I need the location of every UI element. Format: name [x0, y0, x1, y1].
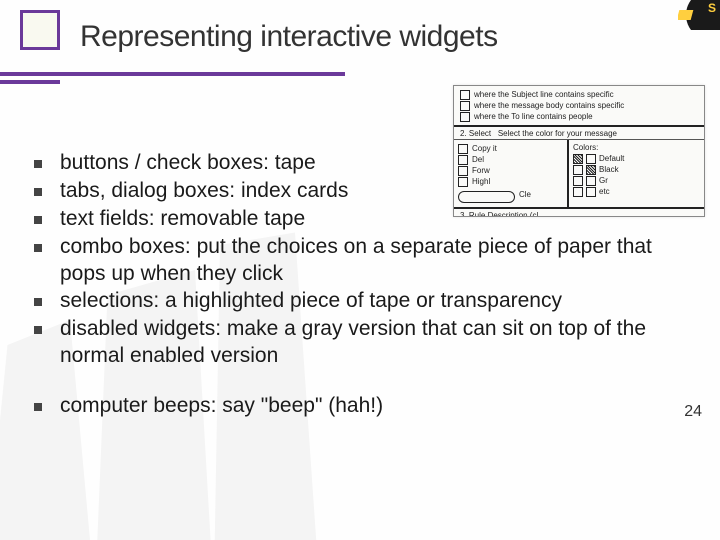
- list-item: combo boxes: put the choices on a separa…: [30, 234, 698, 288]
- title-square-icon: [20, 10, 60, 50]
- slide-title: Representing interactive widgets: [80, 20, 720, 53]
- title-underline: [0, 72, 345, 76]
- hand-sketch-illustration: where the Subject line contains specific…: [453, 85, 705, 217]
- list-item: disabled widgets: make a gray version th…: [30, 316, 698, 370]
- list-item: selections: a highlighted piece of tape …: [30, 288, 698, 315]
- sketch-input-icon: [458, 191, 515, 203]
- bullet-list-2: computer beeps: say "beep" (hah!): [30, 393, 698, 420]
- title-underline-secondary: [0, 80, 60, 84]
- logo-letter: S: [708, 1, 716, 15]
- list-item: computer beeps: say "beep" (hah!): [30, 393, 698, 420]
- page-number: 24: [684, 403, 702, 421]
